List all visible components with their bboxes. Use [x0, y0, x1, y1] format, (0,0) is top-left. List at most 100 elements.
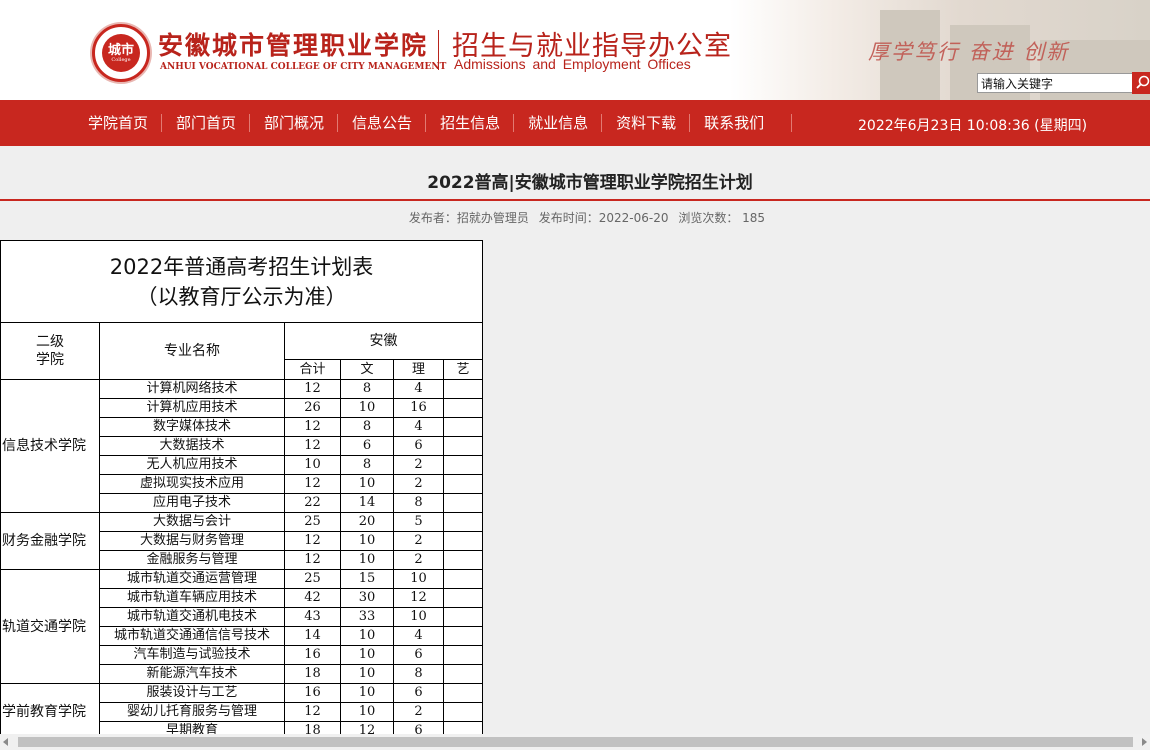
science-cell: 6 — [393, 436, 444, 456]
art-cell — [443, 702, 483, 722]
science-cell: 8 — [393, 664, 444, 684]
art-cell — [443, 493, 483, 513]
science-cell: 4 — [393, 417, 444, 437]
major-cell: 数字媒体技术 — [99, 417, 285, 437]
scrollbar-thumb[interactable] — [18, 737, 1133, 747]
college-cell: 学前教育学院 — [0, 683, 100, 734]
art-cell — [443, 531, 483, 551]
science-cell: 6 — [393, 721, 444, 734]
total-cell: 18 — [284, 664, 341, 684]
total-cell: 12 — [284, 550, 341, 570]
arts-cell: 12 — [340, 721, 394, 734]
total-cell: 16 — [284, 683, 341, 703]
science-cell: 6 — [393, 645, 444, 665]
header-major: 专业名称 — [99, 322, 285, 380]
total-cell: 43 — [284, 607, 341, 627]
science-cell: 2 — [393, 702, 444, 722]
header-science: 理 — [393, 359, 444, 380]
total-cell: 12 — [284, 531, 341, 551]
major-cell: 计算机网络技术 — [99, 379, 285, 399]
table-row: 学前教育学院 服装设计与工艺 16 10 6 — [0, 683, 483, 734]
major-cell: 城市轨道交通通信信号技术 — [99, 626, 285, 646]
header-art: 艺 — [443, 359, 483, 380]
science-cell: 2 — [393, 531, 444, 551]
title-divider — [0, 199, 1150, 201]
college-name-en: ANHUI VOCATIONAL COLLEGE OF CITY MANAGEM… — [160, 62, 447, 72]
arts-cell: 33 — [340, 607, 394, 627]
horizontal-scrollbar[interactable] — [0, 734, 1150, 750]
enrollment-plan-table: 2022年普通高考招生计划表 （以教育厅公示为准） 二级 学院 专业名称 安徽 … — [0, 240, 483, 734]
header-arts: 文 — [340, 359, 394, 380]
nav-item-dept-home[interactable]: 部门首页 — [162, 100, 251, 146]
header-divider — [438, 30, 439, 70]
search-button[interactable] — [1132, 72, 1150, 94]
table-caption: 2022年普通高考招生计划表 （以教育厅公示为准） — [0, 240, 483, 323]
major-cell: 大数据与会计 — [99, 512, 285, 532]
science-cell: 4 — [393, 379, 444, 399]
nav-item-downloads[interactable]: 资料下载 — [602, 100, 691, 146]
major-cell: 虚拟现实技术应用 — [99, 474, 285, 494]
major-cell: 早期教育 — [99, 721, 285, 734]
table-row: 轨道交通学院 城市轨道交通运营管理 25 15 10 — [0, 569, 483, 684]
college-logo[interactable]: 城市 College — [92, 24, 150, 82]
total-cell: 42 — [284, 588, 341, 608]
article-publisher: 发布者：招就办管理员 — [408, 211, 529, 225]
nav-item-announcements[interactable]: 信息公告 — [338, 100, 427, 146]
total-cell: 12 — [284, 379, 341, 399]
art-cell — [443, 626, 483, 646]
arts-cell: 6 — [340, 436, 394, 456]
art-cell — [443, 588, 483, 608]
science-cell: 6 — [393, 683, 444, 703]
art-cell — [443, 436, 483, 456]
table-row: 信息技术学院 计算机网络技术 12 8 4 — [0, 379, 483, 513]
total-cell: 25 — [284, 512, 341, 532]
nav-item-contact[interactable]: 联系我们 — [690, 100, 793, 146]
art-cell — [443, 569, 483, 589]
college-cell: 财务金融学院 — [0, 512, 100, 570]
article-publish-time: 发布时间：2022-06-20 — [538, 211, 669, 225]
major-cell: 服装设计与工艺 — [99, 683, 285, 703]
arrow-right-icon[interactable] — [1142, 738, 1147, 746]
arts-cell: 20 — [340, 512, 394, 532]
science-cell: 10 — [393, 607, 444, 627]
science-cell: 10 — [393, 569, 444, 589]
science-cell: 4 — [393, 626, 444, 646]
art-cell — [443, 474, 483, 494]
nav-item-employment[interactable]: 就业信息 — [514, 100, 603, 146]
arts-cell: 8 — [340, 417, 394, 437]
total-cell: 12 — [284, 436, 341, 456]
article-meta: 发布者：招就办管理员 发布时间：2022-06-20 浏览次数： 185 — [0, 209, 1150, 226]
major-cell: 金融服务与管理 — [99, 550, 285, 570]
science-cell: 16 — [393, 398, 444, 418]
major-cell: 汽车制造与试验技术 — [99, 645, 285, 665]
search-input[interactable] — [977, 73, 1133, 93]
site-header: 城市 College 安徽城市管理职业学院 ANHUI VOCATIONAL C… — [0, 0, 1150, 100]
arrow-left-icon[interactable] — [3, 738, 8, 746]
major-cell: 大数据与财务管理 — [99, 531, 285, 551]
college-cell: 信息技术学院 — [0, 379, 100, 513]
major-cell: 应用电子技术 — [99, 493, 285, 513]
arts-cell: 8 — [340, 455, 394, 475]
major-cell: 计算机应用技术 — [99, 398, 285, 418]
arts-cell: 30 — [340, 588, 394, 608]
total-cell: 12 — [284, 474, 341, 494]
art-cell — [443, 664, 483, 684]
nav-item-dept-overview[interactable]: 部门概况 — [250, 100, 339, 146]
arts-cell: 14 — [340, 493, 394, 513]
art-cell — [443, 645, 483, 665]
art-cell — [443, 455, 483, 475]
arts-cell: 10 — [340, 531, 394, 551]
nav-item-college-home[interactable]: 学院首页 — [74, 100, 163, 146]
art-cell — [443, 550, 483, 570]
search-icon — [1136, 75, 1150, 92]
arts-cell: 10 — [340, 645, 394, 665]
total-cell: 18 — [284, 721, 341, 734]
total-cell: 22 — [284, 493, 341, 513]
science-cell: 8 — [393, 493, 444, 513]
total-cell: 14 — [284, 626, 341, 646]
main-nav: 学院首页 部门首页 部门概况 信息公告 招生信息 就业信息 资料下载 联系我们 … — [0, 100, 1150, 146]
header-region: 安徽 — [284, 322, 483, 360]
nav-item-admissions[interactable]: 招生信息 — [426, 100, 515, 146]
art-cell — [443, 417, 483, 437]
major-cell: 城市轨道车辆应用技术 — [99, 588, 285, 608]
